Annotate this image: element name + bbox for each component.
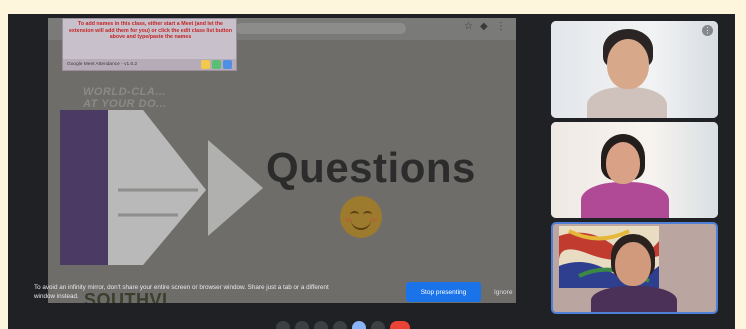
- extension-actions: [201, 60, 232, 69]
- participant-face: [615, 242, 651, 286]
- participant-tile-1[interactable]: ⋮: [551, 21, 718, 118]
- purple-band: [60, 110, 108, 265]
- slide-tagline: WORLD-CLA... AT YOUR DO...: [83, 86, 167, 110]
- building-photo: [108, 110, 206, 265]
- share-warning-text: To avoid an infinity mirror, don't share…: [34, 284, 329, 300]
- captions-icon[interactable]: [371, 321, 385, 329]
- slide: WORLD-CLA... AT YOUR DO... Questions SOU…: [48, 40, 516, 303]
- participant-face: [606, 142, 640, 184]
- raise-hand-icon[interactable]: [314, 321, 328, 329]
- present-icon[interactable]: [352, 321, 366, 329]
- settings-icon[interactable]: [223, 60, 232, 69]
- end-call-icon[interactable]: [390, 321, 410, 329]
- address-bar[interactable]: [236, 23, 406, 34]
- slide-tagline-line1: WORLD-CLA...: [83, 86, 166, 98]
- participant-body: [587, 87, 667, 118]
- edit-list-icon[interactable]: [201, 60, 210, 69]
- participant-tile-3[interactable]: [551, 222, 718, 314]
- participant-body: [581, 182, 669, 218]
- slide-tagline-line2: AT YOUR DO...: [83, 98, 167, 110]
- menu-dots-icon[interactable]: ⋮: [496, 22, 506, 32]
- extension-footer: Google Meet Attendance - v1.0.2: [63, 59, 236, 70]
- extension-icon[interactable]: ◆: [480, 22, 490, 32]
- attendance-extension-popup[interactable]: To add names in this class, either start…: [62, 18, 237, 71]
- presented-screen: ☆ ◆ ⋮ WORLD-CLA... AT YOUR DO... Questio…: [48, 18, 516, 303]
- smiley-emoji-icon: [340, 196, 382, 238]
- more-options-icon[interactable]: ⋮: [702, 25, 713, 36]
- stop-presenting-button[interactable]: Stop presenting: [406, 282, 481, 302]
- arrow-shape: [208, 140, 263, 236]
- participant-tile-2[interactable]: [551, 122, 718, 218]
- extension-message: To add names in this class, either start…: [68, 21, 233, 41]
- mic-icon[interactable]: [276, 321, 290, 329]
- extension-name: Google Meet Attendance - v1.0.2: [67, 62, 138, 67]
- browser-icons: ☆ ◆ ⋮: [464, 22, 506, 32]
- export-icon[interactable]: [212, 60, 221, 69]
- participant-body: [591, 286, 677, 312]
- star-icon[interactable]: ☆: [464, 22, 474, 32]
- ignore-button[interactable]: Ignore: [490, 282, 516, 302]
- slide-title: Questions: [266, 144, 476, 191]
- more-actions-icon[interactable]: [333, 321, 347, 329]
- participant-face: [607, 39, 649, 89]
- meet-window: ☆ ◆ ⋮ WORLD-CLA... AT YOUR DO... Questio…: [8, 14, 735, 329]
- camera-icon[interactable]: [295, 321, 309, 329]
- call-controls: [276, 321, 410, 329]
